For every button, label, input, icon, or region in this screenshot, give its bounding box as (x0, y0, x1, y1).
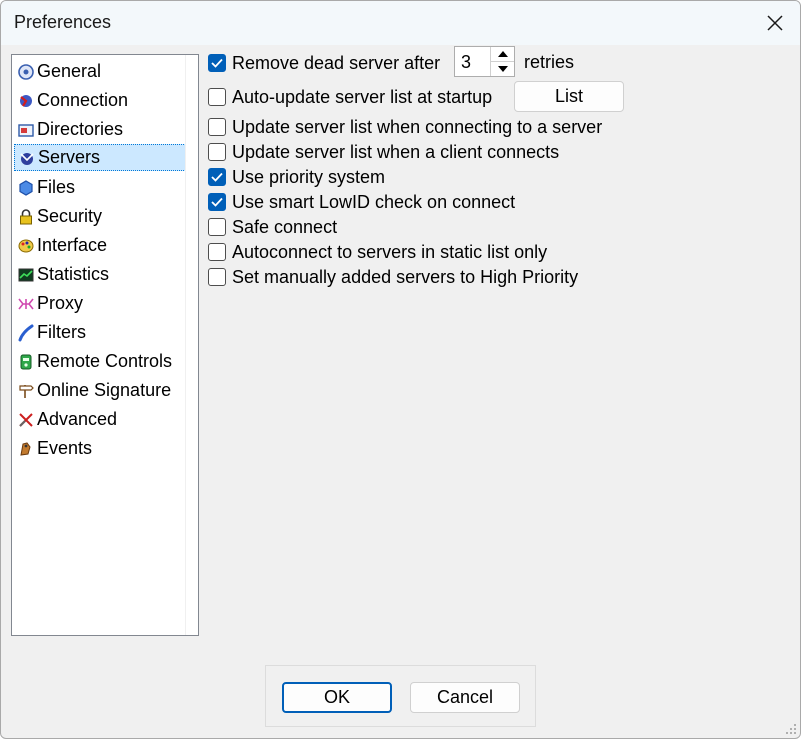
servers-icon (18, 149, 36, 167)
spinner-down-button[interactable] (491, 62, 514, 76)
option-label: Set manually added servers to High Prior… (232, 266, 579, 287)
general-icon (17, 63, 35, 81)
option-label: Update server list when a client connect… (232, 141, 560, 162)
nav-item-label: Remote Controls (37, 351, 173, 371)
close-icon (767, 15, 783, 31)
checkbox-unchecked[interactable] (208, 218, 226, 236)
checkbox-unchecked[interactable] (208, 243, 226, 261)
statistics-icon (17, 266, 35, 284)
checkbox-checked[interactable] (208, 193, 226, 211)
option-label: Autoconnect to servers in static list on… (232, 241, 548, 262)
nav-item-events[interactable]: Events (14, 435, 186, 462)
preferences-window: Preferences General Connection Directori… (0, 0, 801, 739)
safe-connect-checkbox[interactable]: Safe connect (208, 216, 337, 238)
nav-item-label: Filters (37, 322, 86, 342)
smart-lowid-checkbox[interactable]: Use smart LowID check on connect (208, 191, 515, 213)
nav-item-directories[interactable]: Directories (14, 116, 186, 143)
retries-spinner[interactable]: 3 (454, 46, 515, 77)
option-label: Use priority system (232, 166, 386, 187)
nav-item-label: Events (37, 438, 93, 458)
checkmark-icon (211, 197, 223, 207)
retries-value[interactable]: 3 (461, 52, 471, 73)
option-label: Auto-update server list at startup (232, 86, 493, 107)
filters-icon (17, 324, 35, 342)
title-bar: Preferences (1, 1, 800, 45)
checkbox-unchecked[interactable] (208, 88, 226, 106)
arrow-up-icon (497, 51, 508, 57)
window-title: Preferences (14, 12, 112, 32)
update-on-connect-server-checkbox[interactable]: Update server list when connecting to a … (208, 116, 602, 138)
list-button[interactable]: List (514, 81, 624, 112)
nav-item-label: Files (37, 177, 76, 197)
files-icon (17, 179, 35, 197)
nav-item-label: Directories (37, 119, 124, 139)
advanced-icon (17, 411, 35, 429)
nav-item-filters[interactable]: Filters (14, 319, 186, 346)
nav-item-label: Connection (37, 90, 129, 110)
retries-label: retries (524, 52, 575, 72)
option-label: Safe connect (232, 216, 338, 237)
nav-item-general[interactable]: General (14, 58, 186, 85)
nav-item-statistics[interactable]: Statistics (14, 261, 186, 288)
nav-item-online-signature[interactable]: Online Signature (14, 377, 186, 404)
remove-dead-server-checkbox[interactable]: Remove dead server after (208, 52, 440, 74)
nav-item-proxy[interactable]: Proxy (14, 290, 186, 317)
remote-controls-icon (17, 353, 35, 371)
spinner-up-button[interactable] (491, 47, 514, 62)
checkmark-icon (211, 172, 223, 182)
events-icon (17, 440, 35, 458)
checkbox-unchecked[interactable] (208, 268, 226, 286)
nav-item-connection[interactable]: Connection (14, 87, 186, 114)
checkbox-checked[interactable] (208, 54, 226, 72)
lock-icon (17, 208, 35, 226)
auto-update-server-list-checkbox[interactable]: Auto-update server list at startup (208, 86, 492, 108)
checkbox-unchecked[interactable] (208, 143, 226, 161)
priority-system-checkbox[interactable]: Use priority system (208, 166, 385, 188)
nav-item-label: Online Signature (37, 380, 172, 400)
update-on-client-connect-checkbox[interactable]: Update server list when a client connect… (208, 141, 559, 163)
category-list[interactable]: General Connection Directories Servers F… (11, 54, 199, 636)
nav-item-remote-controls[interactable]: Remote Controls (14, 348, 186, 375)
nav-item-servers[interactable]: Servers (14, 144, 186, 171)
option-label: Update server list when connecting to a … (232, 116, 603, 137)
cancel-button[interactable]: Cancel (410, 682, 520, 713)
nav-item-label: Servers (38, 147, 101, 167)
nav-item-label: Security (37, 206, 103, 226)
autoconnect-static-checkbox[interactable]: Autoconnect to servers in static list on… (208, 241, 547, 263)
proxy-icon (17, 295, 35, 313)
spinner-buttons (490, 47, 514, 76)
nav-item-advanced[interactable]: Advanced (14, 406, 186, 433)
category-list-scrollbar[interactable] (185, 55, 198, 635)
directories-icon (17, 121, 35, 139)
checkbox-checked[interactable] (208, 168, 226, 186)
nav-item-files[interactable]: Files (14, 174, 186, 201)
nav-item-interface[interactable]: Interface (14, 232, 186, 259)
nav-item-label: Statistics (37, 264, 110, 284)
ok-button[interactable]: OK (282, 682, 392, 713)
option-label: Use smart LowID check on connect (232, 191, 516, 212)
manual-high-priority-checkbox[interactable]: Set manually added servers to High Prior… (208, 266, 578, 288)
resize-grip-icon[interactable] (785, 723, 797, 735)
checkmark-icon (211, 58, 223, 68)
nav-item-security[interactable]: Security (14, 203, 186, 230)
arrow-down-icon (497, 66, 508, 72)
nav-item-label: Interface (37, 235, 108, 255)
palette-icon (17, 237, 35, 255)
nav-item-label: Proxy (37, 293, 84, 313)
signpost-icon (17, 382, 35, 400)
close-button[interactable] (750, 1, 800, 45)
nav-item-label: Advanced (37, 409, 118, 429)
checkbox-unchecked[interactable] (208, 118, 226, 136)
option-label: Remove dead server after (232, 52, 441, 73)
connection-icon (17, 92, 35, 110)
nav-item-label: General (37, 61, 102, 81)
